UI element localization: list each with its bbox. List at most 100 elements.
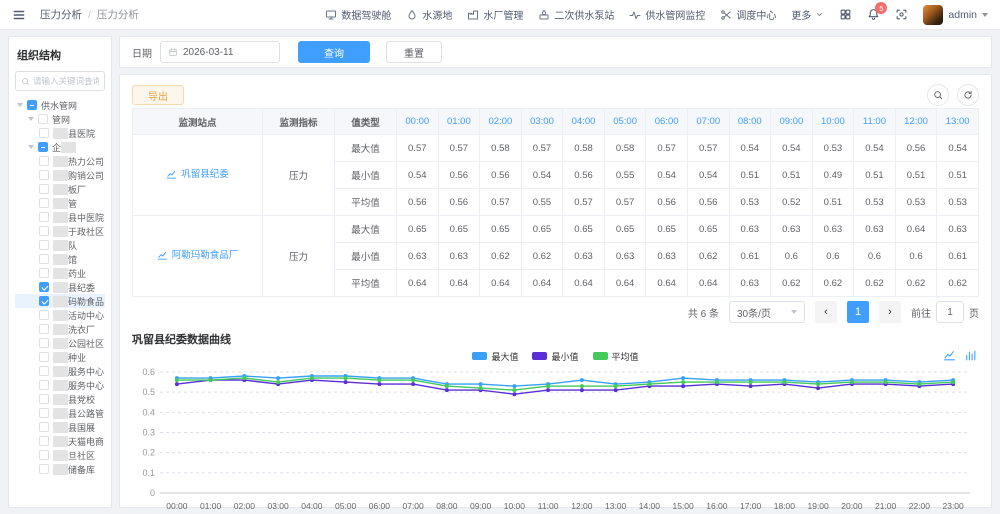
tree-node-服务中心[interactable]: 服务中心	[15, 364, 105, 378]
table-header-time: 08:00	[728, 108, 772, 135]
tree-checkbox[interactable]	[39, 366, 49, 376]
tree-checkbox[interactable]	[39, 338, 49, 348]
tree-node-供水管网[interactable]: 供水管网	[15, 98, 105, 112]
tree-node-管[interactable]: 管	[15, 196, 105, 210]
nav-item-水源地[interactable]: 水源地	[406, 7, 452, 22]
nav-item-更多[interactable]: 更多	[791, 7, 824, 22]
tree-checkbox[interactable]	[39, 352, 49, 362]
tree-checkbox[interactable]	[39, 464, 49, 474]
tree-checkbox[interactable]	[39, 408, 49, 418]
tree-node-药业[interactable]: 药业	[15, 266, 105, 280]
tree-node-天猫电商[interactable]: 天猫电商	[15, 434, 105, 448]
legend-item-平均值[interactable]: 平均值	[592, 350, 639, 363]
tree-checkbox[interactable]	[39, 282, 49, 292]
tree-checkbox[interactable]	[39, 170, 49, 180]
tree-expand-icon[interactable]	[28, 145, 34, 149]
tree-search-input[interactable]: 请输入关键词查询	[15, 71, 105, 91]
tree-node-储备库[interactable]: 储备库	[15, 462, 105, 476]
table-row: 阿勒玛勒食品厂 压力 最大值 0.65 0.65 0.65 0.65 0.65 0.65 0.65…	[132, 215, 979, 297]
page-number-1[interactable]: 1	[847, 301, 869, 323]
user-menu[interactable]: admin	[923, 4, 988, 25]
station-link[interactable]: 巩留县纪委	[181, 169, 229, 180]
nav-item-调度中心[interactable]: 调度中心	[720, 7, 776, 22]
nav-item-数据驾驶舱[interactable]: 数据驾驶舱	[325, 7, 391, 22]
tree-node-活动中心[interactable]: 活动中心	[15, 308, 105, 322]
tree-checkbox[interactable]	[39, 324, 49, 334]
tree-node-种业[interactable]: 种业	[15, 350, 105, 364]
tree-checkbox[interactable]	[39, 212, 49, 222]
fullscreen-scan-icon[interactable]	[895, 8, 908, 21]
nav-item-供水管网监控[interactable]: 供水管网监控	[629, 7, 705, 22]
tree-node-县医院[interactable]: 县医院	[15, 126, 105, 140]
tree-checkbox[interactable]	[39, 240, 49, 250]
tree-node-板厂[interactable]: 板厂	[15, 182, 105, 196]
date-picker[interactable]: 2026-03-11	[160, 41, 280, 63]
tree-node-热力公司[interactable]: 热力公司	[15, 154, 105, 168]
table-search-icon[interactable]	[927, 84, 949, 106]
tree-node-label: 于政社区	[68, 226, 105, 237]
tree-checkbox[interactable]	[38, 114, 48, 124]
station-link[interactable]: 阿勒玛勒食品厂	[172, 250, 239, 261]
tree-node-码勒食品[interactable]: 码勒食品	[15, 294, 105, 308]
tree-node-队[interactable]: 队	[15, 238, 105, 252]
table-refresh-icon[interactable]	[957, 84, 979, 106]
tree-node-旦社区[interactable]: 旦社区	[15, 448, 105, 462]
tree-node-馆[interactable]: 馆	[15, 252, 105, 266]
tree-node-县纪委[interactable]: 县纪委	[15, 280, 105, 294]
next-page-button[interactable]: ›	[879, 301, 901, 323]
tree-node-县中医院[interactable]: 县中医院	[15, 210, 105, 224]
tree-checkbox[interactable]	[27, 100, 37, 110]
search-button[interactable]: 查询	[298, 41, 370, 63]
tree-checkbox[interactable]	[39, 296, 49, 306]
value-cell: 0.6	[811, 242, 855, 270]
nav-item-二次供水泵站[interactable]: 二次供水泵站	[538, 7, 614, 22]
collapse-menu-icon[interactable]	[12, 8, 26, 22]
nav-item-水厂管理[interactable]: 水厂管理	[467, 7, 523, 22]
tree-checkbox[interactable]	[39, 156, 49, 166]
reset-button[interactable]: 重置	[386, 41, 442, 63]
legend-item-最小值[interactable]: 最小值	[532, 350, 579, 363]
tree-checkbox[interactable]	[39, 394, 49, 404]
tree-node-企[interactable]: 企	[15, 140, 105, 154]
masked-text	[53, 183, 68, 195]
tree-expand-icon[interactable]	[17, 103, 23, 107]
tree-checkbox[interactable]	[39, 268, 49, 278]
tree-checkbox[interactable]	[39, 226, 49, 236]
value-cell: 0.65	[396, 215, 439, 243]
tree-checkbox[interactable]	[39, 128, 49, 138]
export-button[interactable]: 导出	[132, 85, 184, 105]
value-cell: 0.56	[437, 161, 481, 189]
breadcrumb-item[interactable]: 压力分析	[40, 7, 82, 22]
line-chart-icon[interactable]	[943, 349, 956, 362]
tree-checkbox[interactable]	[38, 142, 48, 152]
tree-checkbox[interactable]	[39, 254, 49, 264]
masked-text	[53, 337, 68, 349]
value-cell: 0.63	[853, 215, 896, 243]
tree-checkbox[interactable]	[39, 436, 49, 446]
tree-checkbox[interactable]	[39, 450, 49, 460]
tree-node-县公路管[interactable]: 县公路管	[15, 406, 105, 420]
masked-text	[53, 463, 68, 475]
tree-checkbox[interactable]	[39, 310, 49, 320]
prev-page-button[interactable]: ‹	[815, 301, 837, 323]
legend-color-chip	[532, 352, 548, 360]
tree-node-管网[interactable]: 管网	[15, 112, 105, 126]
tree-node-公园社区[interactable]: 公园社区	[15, 336, 105, 350]
tree-node-县国展[interactable]: 县国展	[15, 420, 105, 434]
page-size-select[interactable]: 30条/页	[729, 301, 805, 323]
tree-expand-icon[interactable]	[28, 117, 34, 121]
notification-bell-icon[interactable]: 5	[867, 2, 888, 21]
tree-node-购销公司[interactable]: 购销公司	[15, 168, 105, 182]
tree-node-洗衣厂[interactable]: 洗衣厂	[15, 322, 105, 336]
tree-node-县党校[interactable]: 县党校	[15, 392, 105, 406]
goto-page-input[interactable]	[936, 301, 964, 323]
tree-checkbox[interactable]	[39, 198, 49, 208]
tree-node-于政社区[interactable]: 于政社区	[15, 224, 105, 238]
legend-item-最大值[interactable]: 最大值	[472, 350, 518, 363]
tree-node-服务中心[interactable]: 服务中心	[15, 378, 105, 392]
tree-checkbox[interactable]	[39, 380, 49, 390]
apps-grid-icon[interactable]	[839, 8, 852, 21]
tree-checkbox[interactable]	[39, 422, 49, 432]
tree-checkbox[interactable]	[39, 184, 49, 194]
bar-chart-icon[interactable]	[964, 349, 977, 362]
